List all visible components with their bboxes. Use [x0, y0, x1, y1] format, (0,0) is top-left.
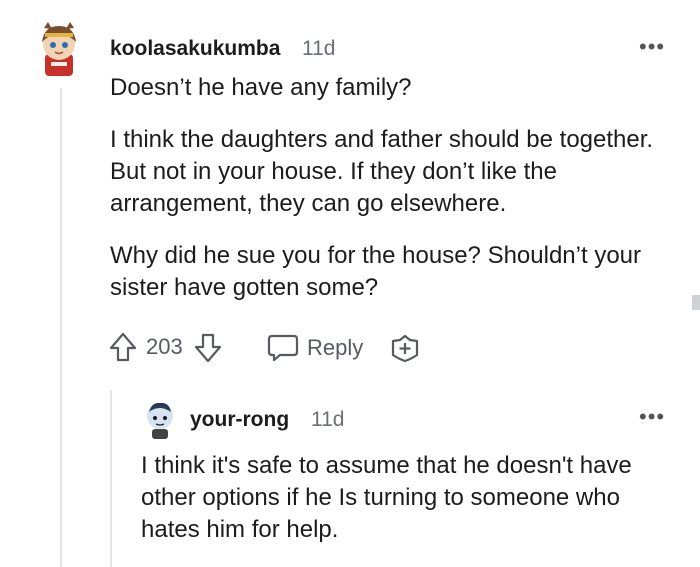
- vote-count: 203: [146, 334, 183, 359]
- thread-line[interactable]: [60, 88, 62, 567]
- more-options-icon[interactable]: •••: [639, 34, 665, 60]
- thread-line[interactable]: [110, 390, 112, 567]
- comment-paragraph: I think the daughters and father should …: [110, 126, 654, 217]
- reply-label: Reply: [307, 335, 364, 360]
- comment-bubble-icon: [267, 334, 299, 362]
- award-icon[interactable]: [388, 333, 422, 363]
- comment-paragraph: I think it's safe to assume that he does…: [141, 452, 632, 543]
- comment-author[interactable]: koolasakukumba: [110, 37, 280, 61]
- avatar[interactable]: [143, 400, 177, 440]
- more-options-icon[interactable]: •••: [639, 404, 665, 430]
- comment-paragraph: Doesn’t he have any family?: [110, 74, 412, 101]
- reply-button[interactable]: Reply: [266, 333, 363, 363]
- avatar[interactable]: [34, 20, 92, 78]
- downvote-icon[interactable]: [193, 332, 223, 364]
- comment-timestamp[interactable]: 11d: [311, 408, 344, 432]
- comment-author[interactable]: your-rong: [190, 408, 289, 432]
- comment-timestamp[interactable]: 11d: [302, 37, 335, 61]
- upvote-icon[interactable]: [108, 331, 138, 363]
- scrollbar-thumb[interactable]: [692, 295, 700, 310]
- comment-paragraph: Why did he sue you for the house? Should…: [110, 242, 641, 301]
